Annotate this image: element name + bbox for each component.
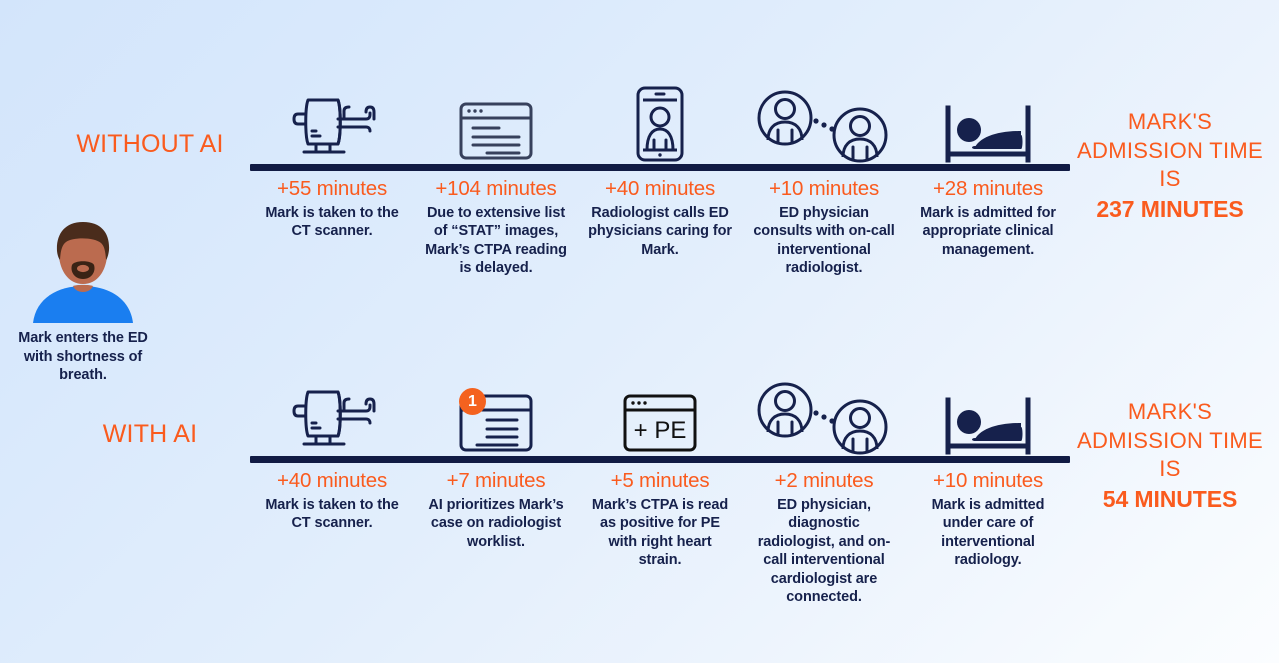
worklist-window-icon <box>459 102 533 160</box>
step-description: AI prioritizes Mark’s case on radiologis… <box>428 496 564 550</box>
step-description: ED physician consults with on-call inter… <box>753 204 895 277</box>
total-lead-text: MARK'S ADMISSION TIME IS <box>1077 109 1263 192</box>
step-cell: +7 minutes AI prioritizes Mark’s case on… <box>414 469 578 551</box>
timeline-row-without-ai: +55 minutes Mark is taken to the CT scan… <box>250 78 1070 278</box>
infographic-canvas: Mark enters the ED with shortness of bre… <box>0 0 1279 663</box>
step-time: +40 minutes <box>276 469 388 492</box>
step-time: +40 minutes <box>604 177 716 200</box>
total-block-without-ai: MARK'S ADMISSION TIME IS 237 MINUTES <box>1070 108 1270 225</box>
icon-cell-two-people-consult <box>742 78 906 164</box>
step-description: Due to extensive list of “STAT” images, … <box>425 204 567 277</box>
hospital-bed-icon <box>945 105 1031 163</box>
step-time: +104 minutes <box>435 177 557 200</box>
step-description: Mark is admitted under care of intervent… <box>931 496 1045 569</box>
step-cell: +2 minutes ED physician, diagnostic radi… <box>742 469 906 607</box>
step-description: Mark is admitted for appropriate clinica… <box>920 204 1056 258</box>
step-time: +10 minutes <box>932 469 1044 492</box>
patient-caption: Mark enters the ED with shortness of bre… <box>18 330 148 384</box>
step-time: +2 minutes <box>774 469 874 492</box>
step-time: +10 minutes <box>768 177 880 200</box>
icon-cell-pe-result-window: + PE <box>578 370 742 456</box>
step-time: +7 minutes <box>446 469 546 492</box>
timeline-bar-without-ai <box>250 164 1070 171</box>
priority-badge: 1 <box>459 388 486 415</box>
step-cell: +55 minutes Mark is taken to the CT scan… <box>250 177 414 241</box>
step-cell: +10 minutes Mark is admitted under care … <box>906 469 1070 570</box>
step-description: Mark is taken to the CT scanner. <box>265 496 399 532</box>
icon-cell-worklist-window-priority: 1 <box>414 370 578 456</box>
total-value: 237 MINUTES <box>1096 195 1244 222</box>
step-cell: +104 minutes Due to extensive list of “S… <box>414 177 578 278</box>
total-value: 54 MINUTES <box>1102 485 1238 512</box>
step-description: Radiologist calls ED physicians caring f… <box>588 204 732 258</box>
icon-cell-hospital-bed <box>906 78 1070 164</box>
step-cell: +28 minutes Mark is admitted for appropr… <box>906 177 1070 259</box>
pe-result-window-icon: + PE <box>623 394 697 452</box>
icon-strip-without-ai <box>250 78 1070 164</box>
patient-intro-block: Mark enters the ED with shortness of bre… <box>8 218 158 385</box>
hospital-bed-icon <box>945 397 1031 455</box>
step-time: +55 minutes <box>276 177 388 200</box>
step-cell: +5 minutes Mark’s CTPA is read as positi… <box>578 469 742 570</box>
row-label-with-ai: WITH AI <box>102 420 198 448</box>
step-cell: +10 minutes ED physician consults with o… <box>742 177 906 278</box>
two-people-consult-icon <box>757 90 888 163</box>
icon-cell-worklist-window <box>414 78 578 164</box>
steps-strip-with-ai: +40 minutes Mark is taken to the CT scan… <box>250 463 1070 607</box>
step-description: ED physician, diagnostic radiologist, an… <box>757 496 891 606</box>
icon-cell-two-people-consult <box>742 370 906 456</box>
step-cell: +40 minutes Radiologist calls ED physici… <box>578 177 742 259</box>
icon-strip-with-ai: 1 + PE <box>250 370 1070 456</box>
step-description: Mark’s CTPA is read as positive for PE w… <box>591 496 729 569</box>
total-block-with-ai: MARK'S ADMISSION TIME IS 54 MINUTES <box>1070 398 1270 515</box>
step-time: +28 minutes <box>932 177 1044 200</box>
icon-cell-hospital-bed <box>906 370 1070 456</box>
steps-strip-without-ai: +55 minutes Mark is taken to the CT scan… <box>250 171 1070 278</box>
phone-call-icon <box>636 86 684 162</box>
step-description: Mark is taken to the CT scanner. <box>265 204 399 240</box>
icon-cell-phone-call <box>578 78 742 164</box>
two-people-consult-icon <box>757 382 888 455</box>
pe-result-label: + PE <box>634 417 687 444</box>
icon-cell-ct-scanner <box>250 370 414 456</box>
ct-scanner-icon <box>292 98 376 154</box>
step-cell: +40 minutes Mark is taken to the CT scan… <box>250 469 414 533</box>
ct-scanner-icon <box>292 390 376 446</box>
row-label-without-ai: WITHOUT AI <box>76 130 224 158</box>
icon-cell-ct-scanner <box>250 78 414 164</box>
step-time: +5 minutes <box>610 469 710 492</box>
timeline-row-with-ai: 1 + PE +40 minutes Mark is taken to the … <box>250 370 1070 607</box>
total-lead-text: MARK'S ADMISSION TIME IS <box>1077 399 1263 482</box>
timeline-bar-with-ai <box>250 456 1070 463</box>
avatar <box>33 222 133 323</box>
